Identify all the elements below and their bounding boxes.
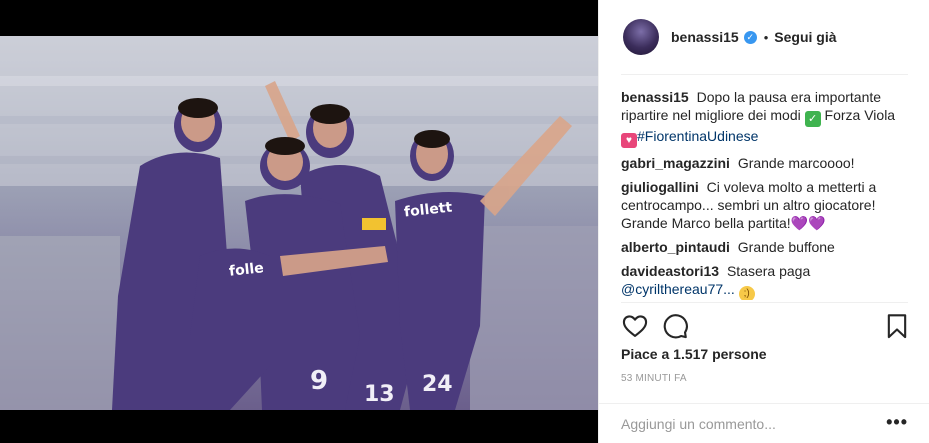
- comment-author[interactable]: davideastori13: [621, 263, 719, 279]
- comment-text: Grande marcoooo!: [737, 155, 855, 171]
- actions-divider: [621, 302, 908, 303]
- header-username[interactable]: benassi15: [671, 29, 739, 45]
- heart-icon[interactable]: [621, 312, 649, 340]
- list-item: alberto_pintaudi Grande buffone: [621, 238, 911, 256]
- bookmark-icon[interactable]: [883, 312, 911, 340]
- caption-author[interactable]: benassi15: [621, 89, 689, 105]
- comments-list: benassi15 Dopo la pausa era importante r…: [621, 88, 911, 300]
- purple-heart-icon: 💜💜: [790, 215, 826, 231]
- caption-text-2: Forza Viola: [824, 107, 896, 123]
- header-divider: [621, 74, 908, 75]
- avatar[interactable]: [623, 19, 659, 55]
- hashtag-link[interactable]: #FiorentinaUdinese: [637, 128, 758, 144]
- more-options-icon[interactable]: •••: [886, 412, 908, 433]
- comment-text: Grande buffone: [737, 239, 835, 255]
- comment-author[interactable]: gabri_magazzini: [621, 155, 730, 171]
- post-photo[interactable]: follett folle 9 13 24: [0, 36, 598, 410]
- post-side-panel: benassi15 ✓ • Segui già benassi15 Dopo l…: [598, 0, 929, 443]
- post-timestamp[interactable]: 53 minuti fa: [621, 373, 687, 384]
- likes-count[interactable]: Piace a 1.517 persone: [621, 346, 767, 362]
- wink-emoji-icon: ;): [738, 286, 755, 300]
- post-header: benassi15 ✓ • Segui già: [599, 0, 929, 74]
- comment-text: Stasera paga: [726, 263, 811, 279]
- caption: benassi15 Dopo la pausa era importante r…: [621, 88, 911, 148]
- header-separator: •: [763, 29, 769, 45]
- list-item: gabri_magazzini Grande marcoooo!: [621, 154, 911, 172]
- comment-icon[interactable]: [661, 312, 689, 340]
- comment-author[interactable]: alberto_pintaudi: [621, 239, 730, 255]
- comment-author[interactable]: giuliogallini: [621, 179, 699, 195]
- post-photo-pane: follett folle 9 13 24: [0, 0, 598, 443]
- verified-badge-icon: ✓: [743, 30, 757, 44]
- list-item: giuliogallini Ci voleva molto a metterti…: [621, 178, 911, 232]
- add-comment-section: •••: [599, 403, 929, 443]
- list-item: davideastori13 Stasera paga @cyriltherea…: [621, 262, 911, 300]
- heart-emoji-icon: ♥: [621, 133, 637, 148]
- celebration-scene: [0, 36, 598, 410]
- mention-link[interactable]: @cyrilthereau77...: [621, 281, 735, 297]
- post-actions: [621, 310, 911, 342]
- comment-input[interactable]: [621, 413, 881, 435]
- check-mark-icon: ✓: [804, 111, 821, 127]
- following-button[interactable]: Segui già: [774, 29, 836, 45]
